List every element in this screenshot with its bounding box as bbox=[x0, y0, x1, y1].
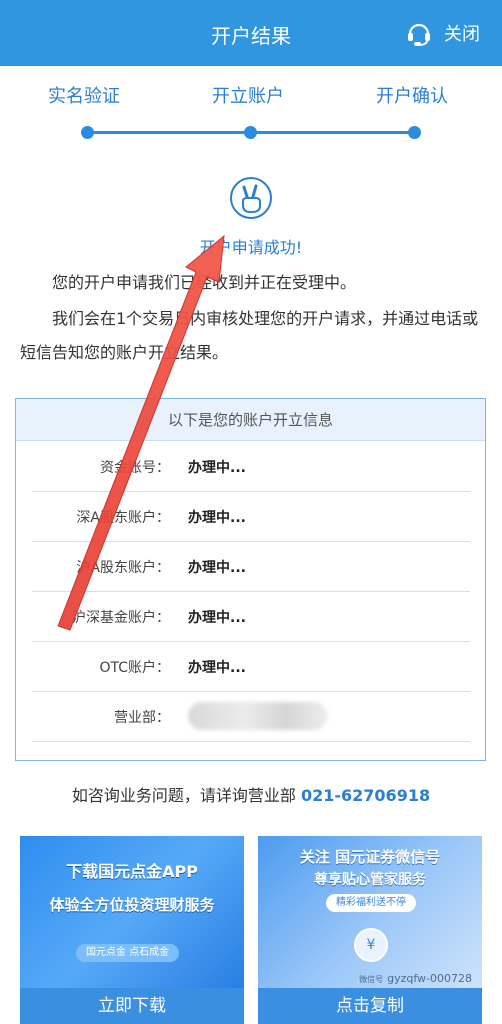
header-bar: 开户结果 关闭 bbox=[0, 0, 502, 66]
download-app-title: 下载国元点金APP bbox=[66, 862, 198, 881]
received-message: 您的开户申请我们已经收到并正在受理中。 bbox=[52, 273, 357, 292]
money-bag-icon: ¥ bbox=[354, 928, 388, 962]
wechat-id-line: 微信号 gyzqfw-000728 bbox=[359, 972, 472, 985]
info-row-label: 沪深基金账户： bbox=[72, 610, 170, 626]
info-row-label: 资金账号： bbox=[100, 460, 170, 476]
account-info-panel: 以下是您的账户开立信息 资金账号： 办理中... 深A股东账户： 办理中... … bbox=[15, 398, 486, 761]
info-row-value: 办理中... bbox=[188, 610, 246, 626]
info-row-label: OTC账户： bbox=[99, 660, 170, 676]
info-row-otc: OTC账户： 办理中... bbox=[32, 642, 470, 692]
wechat-follow-card[interactable]: 关注 国元证券微信号 尊享贴心管家服务 精彩福利送不停 ¥ 微信号 gyzqfw-… bbox=[258, 836, 482, 1024]
step-dot-2 bbox=[244, 126, 257, 139]
step-label-confirm: 开户确认 bbox=[376, 86, 448, 107]
wechat-banner: 关注 国元证券微信号 尊享贴心管家服务 精彩福利送不停 ¥ 微信号 gyzqfw-… bbox=[258, 836, 482, 990]
step-label-open-account: 开立账户 bbox=[212, 86, 284, 107]
info-row-branch: 营业部： bbox=[32, 692, 470, 742]
info-row-shanghai-a: 沪A股东账户： 办理中... bbox=[32, 542, 470, 592]
step-label-verify: 实名验证 bbox=[48, 86, 120, 107]
wechat-id-value: gyzqfw-000728 bbox=[387, 972, 472, 985]
consult-text: 如咨询业务问题，请详询营业部 bbox=[71, 786, 301, 805]
step-dot-3 bbox=[408, 126, 421, 139]
branch-phone-link[interactable]: 021-62706918 bbox=[301, 786, 430, 805]
info-row-fund-account-sh-sz: 沪深基金账户： 办理中... bbox=[32, 592, 470, 642]
step-dot-1 bbox=[81, 126, 94, 139]
download-now-button[interactable]: 立即下载 bbox=[20, 988, 244, 1024]
consult-line: 如咨询业务问题，请详询营业部 021-62706918 bbox=[0, 782, 502, 806]
customer-service-icon bbox=[404, 18, 434, 48]
wechat-subtitle: 尊享贴心管家服务 bbox=[314, 872, 426, 888]
info-row-fund-account: 资金账号： 办理中... bbox=[32, 442, 470, 492]
download-app-tag: 国元点金 点石成金 bbox=[76, 944, 180, 962]
close-button[interactable]: 关闭 bbox=[404, 18, 480, 48]
download-app-banner: 下载国元点金APP 体验全方位投资理财服务 国元点金 点石成金 bbox=[20, 836, 244, 990]
info-row-label: 深A股东账户： bbox=[76, 510, 170, 526]
info-row-label: 营业部： bbox=[114, 710, 170, 726]
copy-wechat-id-button[interactable]: 点击复制 bbox=[258, 988, 482, 1024]
progress-steps: 实名验证 开立账户 开户确认 bbox=[0, 66, 502, 156]
page: 开户结果 关闭 实名验证 开立账户 开户确认 开户申请成功! 您的开户申请我们已… bbox=[0, 0, 502, 1024]
info-row-value: 办理中... bbox=[188, 510, 246, 526]
victory-hand-icon bbox=[229, 176, 273, 220]
wechat-title: 关注 国元证券微信号 bbox=[299, 848, 441, 866]
account-info-heading: 以下是您的账户开立信息 bbox=[16, 399, 485, 441]
review-message: 我们会在1个交易日内审核处理您的开户请求，并通过电话或短信告知您的账户开立结果。 bbox=[20, 309, 479, 362]
info-row-shenzhen-a: 深A股东账户： 办理中... bbox=[32, 492, 470, 542]
download-app-subtitle: 体验全方位投资理财服务 bbox=[49, 896, 215, 914]
info-row-value: 办理中... bbox=[188, 460, 246, 476]
success-message: 开户申请成功! bbox=[199, 238, 303, 257]
info-row-value: 办理中... bbox=[188, 560, 246, 576]
download-app-card[interactable]: 下载国元点金APP 体验全方位投资理财服务 国元点金 点石成金 立即下载 bbox=[20, 836, 244, 1024]
redacted-branch-value bbox=[188, 702, 328, 730]
info-row-value: 办理中... bbox=[188, 660, 246, 676]
close-label: 关闭 bbox=[444, 24, 480, 45]
wechat-id-label: 微信号 bbox=[359, 975, 384, 984]
info-row-label: 沪A股东账户： bbox=[76, 560, 170, 576]
wechat-tag: 精彩福利送不停 bbox=[326, 894, 416, 912]
